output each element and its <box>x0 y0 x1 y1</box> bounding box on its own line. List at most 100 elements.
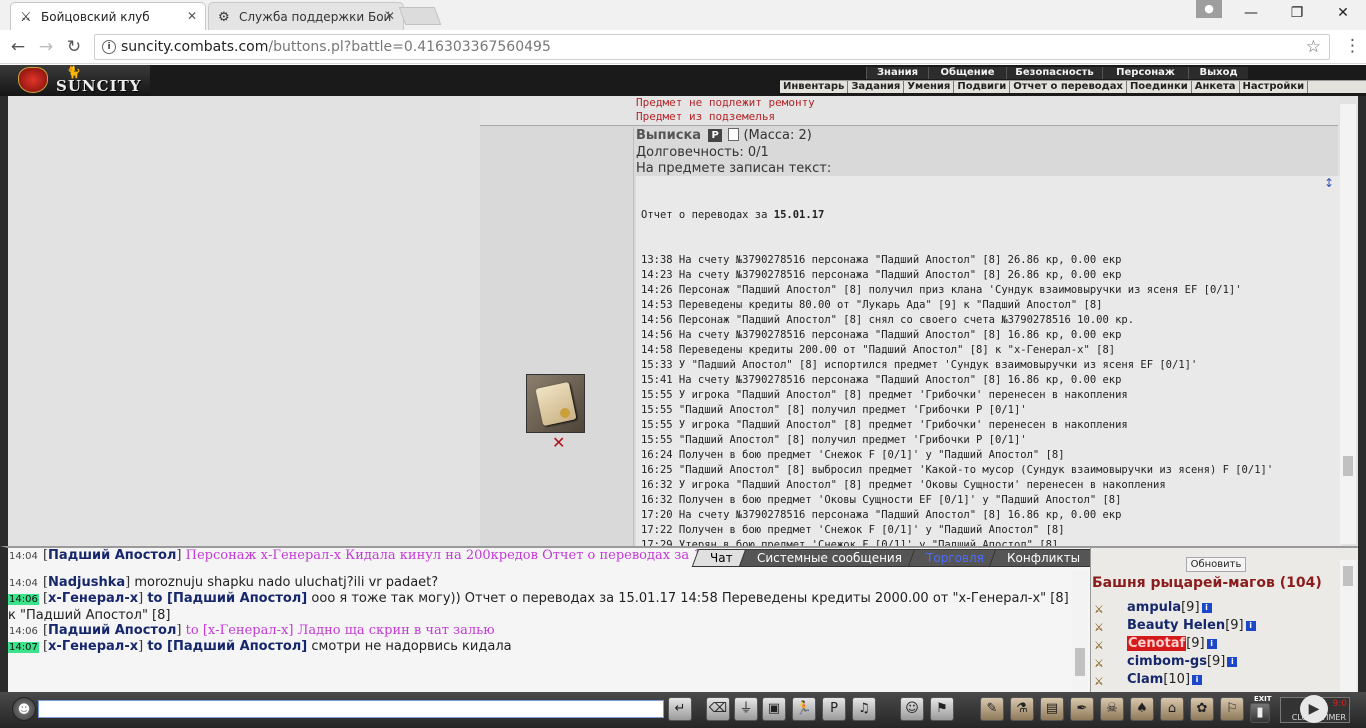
message-time[interactable]: 14:04 <box>8 551 39 562</box>
user-info-icon[interactable]: i <box>1192 675 1203 685</box>
item-p-badge: P <box>708 129 723 142</box>
user-list-item[interactable]: ⚔ Cenotaf[9] i <box>1094 636 1217 652</box>
user-info-icon[interactable]: i <box>1227 657 1238 667</box>
smiley-icon[interactable]: ☺ <box>900 697 924 721</box>
user-info-icon[interactable]: i <box>1201 603 1212 613</box>
browser-tab-support[interactable]: ⚙ Служба поддержки Бой ✕ <box>208 2 404 30</box>
submenu-settings[interactable]: Настройки <box>1240 81 1309 93</box>
clan-icon[interactable]: ⚑ <box>930 697 954 721</box>
browser-tab-active[interactable]: ⚔ Бойцовский клуб ✕ <box>10 2 206 30</box>
resize-arrows-icon[interactable]: ↕ <box>1322 176 1336 210</box>
message-nick[interactable]: Падший Апостол <box>48 548 176 563</box>
delete-item-icon[interactable]: ✕ <box>552 433 565 452</box>
chat-mode-icon[interactable]: ☻ <box>12 697 36 721</box>
submenu-battles[interactable]: Поединки <box>1127 81 1192 93</box>
message-nick[interactable]: Nadjushka <box>48 575 125 590</box>
skull-icon[interactable]: ☠ <box>1100 697 1124 721</box>
submenu-transfer-report[interactable]: Отчет о переводах <box>1010 81 1127 93</box>
user-name[interactable]: cimbom-gs <box>1127 654 1207 669</box>
message-recipient[interactable]: to [Падший Апостол] <box>147 639 307 654</box>
paw-icon[interactable]: ✿ <box>1190 697 1214 721</box>
bottle-icon[interactable]: ⚗ <box>1010 697 1034 721</box>
flag-icon[interactable]: ⚐ <box>1220 697 1244 721</box>
user-name[interactable]: Cenotaf <box>1127 636 1187 651</box>
room-scrollbar[interactable] <box>1340 560 1356 692</box>
user-info-icon[interactable]: i <box>1206 639 1217 649</box>
mask-icon[interactable]: ♠ <box>1130 697 1154 721</box>
message-time[interactable]: 14:06 <box>8 626 39 637</box>
user-list-item[interactable]: ⚔ ampula[9] i <box>1094 600 1212 616</box>
user-list-item[interactable]: ⚔ Clam[10] i <box>1094 672 1203 688</box>
tab-conflicts[interactable]: Конфликты <box>989 549 1099 567</box>
address-bar[interactable]: i suncity.combats.com/buttons.pl?battle=… <box>94 34 1330 60</box>
menu-communication[interactable]: Общение <box>928 67 1006 79</box>
menu-character[interactable]: Персонаж <box>1102 67 1188 79</box>
message-nick[interactable]: Падший Апостол <box>48 623 176 638</box>
back-arrow-icon[interactable]: ← <box>7 36 29 58</box>
submenu-inventory[interactable]: Инвентарь <box>780 81 849 93</box>
user-list-item[interactable]: ⚔ Beauty Helen[9] i <box>1094 618 1256 634</box>
tab-trade[interactable]: Торговля <box>907 549 1002 567</box>
log-line: 13:38 На счету №3790278516 персонажа "Па… <box>641 254 1122 266</box>
forward-arrow-icon[interactable]: → <box>35 36 57 58</box>
play-icon[interactable]: ▶ <box>1300 695 1328 723</box>
chat-scrollbar[interactable] <box>1072 570 1088 690</box>
page-scrollbar[interactable] <box>1340 104 1356 544</box>
log-header: Отчет о переводах за 15.01.17 <box>641 208 1331 223</box>
exit-door-icon[interactable]: ▮ <box>1250 703 1270 723</box>
restore-icon[interactable]: ❐ <box>1274 0 1320 28</box>
info-icon[interactable]: i <box>102 40 116 54</box>
user-info-icon[interactable]: i <box>1245 621 1256 631</box>
save-icon[interactable]: ▣ <box>762 697 786 721</box>
menu-security[interactable]: Безопасность <box>1006 67 1102 79</box>
submenu-achievements[interactable]: Подвиги <box>954 81 1011 93</box>
message-text: moroznuju shapku nado uluchatj?ili vr pa… <box>134 575 439 590</box>
refresh-button[interactable]: Обновить <box>1186 557 1246 572</box>
user-name[interactable]: Clam <box>1127 672 1163 687</box>
message-time[interactable]: 14:06 <box>8 594 39 605</box>
message-time[interactable]: 14:07 <box>8 642 39 653</box>
suncity-logo[interactable]: 🐈 SUNCITY <box>0 65 150 96</box>
browser-menu-icon[interactable]: ⋮ <box>1344 36 1361 56</box>
chest-icon[interactable]: ▤ <box>1040 697 1064 721</box>
message-nick[interactable]: х-Генерал-х <box>48 639 138 654</box>
submenu-quests[interactable]: Задания <box>848 81 905 93</box>
menu-exit[interactable]: Выход <box>1188 67 1248 79</box>
scroll-thumb[interactable] <box>1343 566 1353 586</box>
log-line: 15:33 У "Падший Апостол" [8] испортился … <box>641 359 1198 371</box>
message-time[interactable]: 14:04 <box>8 578 39 589</box>
log-line: 14:23 На счету №3790278516 персонажа "Па… <box>641 269 1122 281</box>
window-close-icon[interactable]: ✕ <box>1320 0 1366 28</box>
translit-icon[interactable]: Р <box>822 697 846 721</box>
user-name[interactable]: ampula <box>1127 600 1181 615</box>
submenu-skills[interactable]: Умения <box>904 81 955 93</box>
eraser-icon[interactable]: ⌫ <box>706 697 730 721</box>
filter-icon[interactable]: ⏚ <box>734 697 758 721</box>
new-tab-button[interactable] <box>398 7 442 25</box>
close-icon[interactable]: ✕ <box>187 9 197 23</box>
user-list-item[interactable]: ⚔ cimbom-gs[9] i <box>1094 654 1238 670</box>
reload-icon[interactable]: ↻ <box>63 36 85 58</box>
minimize-icon[interactable]: — <box>1228 0 1274 28</box>
user-profile-icon[interactable]: ● <box>1196 0 1222 18</box>
document-icon[interactable] <box>728 128 740 141</box>
close-icon[interactable]: ✕ <box>385 9 395 23</box>
log-line: 16:32 Получен в бою предмет 'Оковы Сущно… <box>641 494 1122 506</box>
message-recipient[interactable]: to [Падший Апостол] <box>147 591 307 606</box>
scroll-thumb[interactable] <box>1343 456 1353 476</box>
message-nick[interactable]: х-Генерал-х <box>48 591 138 606</box>
submenu-profile[interactable]: Анкета <box>1192 81 1240 93</box>
user-name[interactable]: Beauty Helen <box>1127 618 1225 633</box>
scroll-item-image[interactable] <box>526 374 585 433</box>
scroll-thumb[interactable] <box>1075 648 1085 676</box>
music-icon[interactable]: ♫ <box>852 697 876 721</box>
tab-system-messages[interactable]: Системные сообщения <box>738 549 920 567</box>
menu-knowledge[interactable]: Знания <box>866 67 928 79</box>
tool-icon[interactable]: ✎ <box>980 697 1004 721</box>
house-icon[interactable]: ⌂ <box>1160 697 1184 721</box>
send-arrow-icon[interactable]: ↵ <box>668 697 692 721</box>
bookmark-star-icon[interactable]: ☆ <box>1306 37 1321 57</box>
walk-icon[interactable]: 🏃 <box>792 697 816 721</box>
quill-icon[interactable]: ✒ <box>1070 697 1094 721</box>
chat-input[interactable] <box>38 700 664 718</box>
